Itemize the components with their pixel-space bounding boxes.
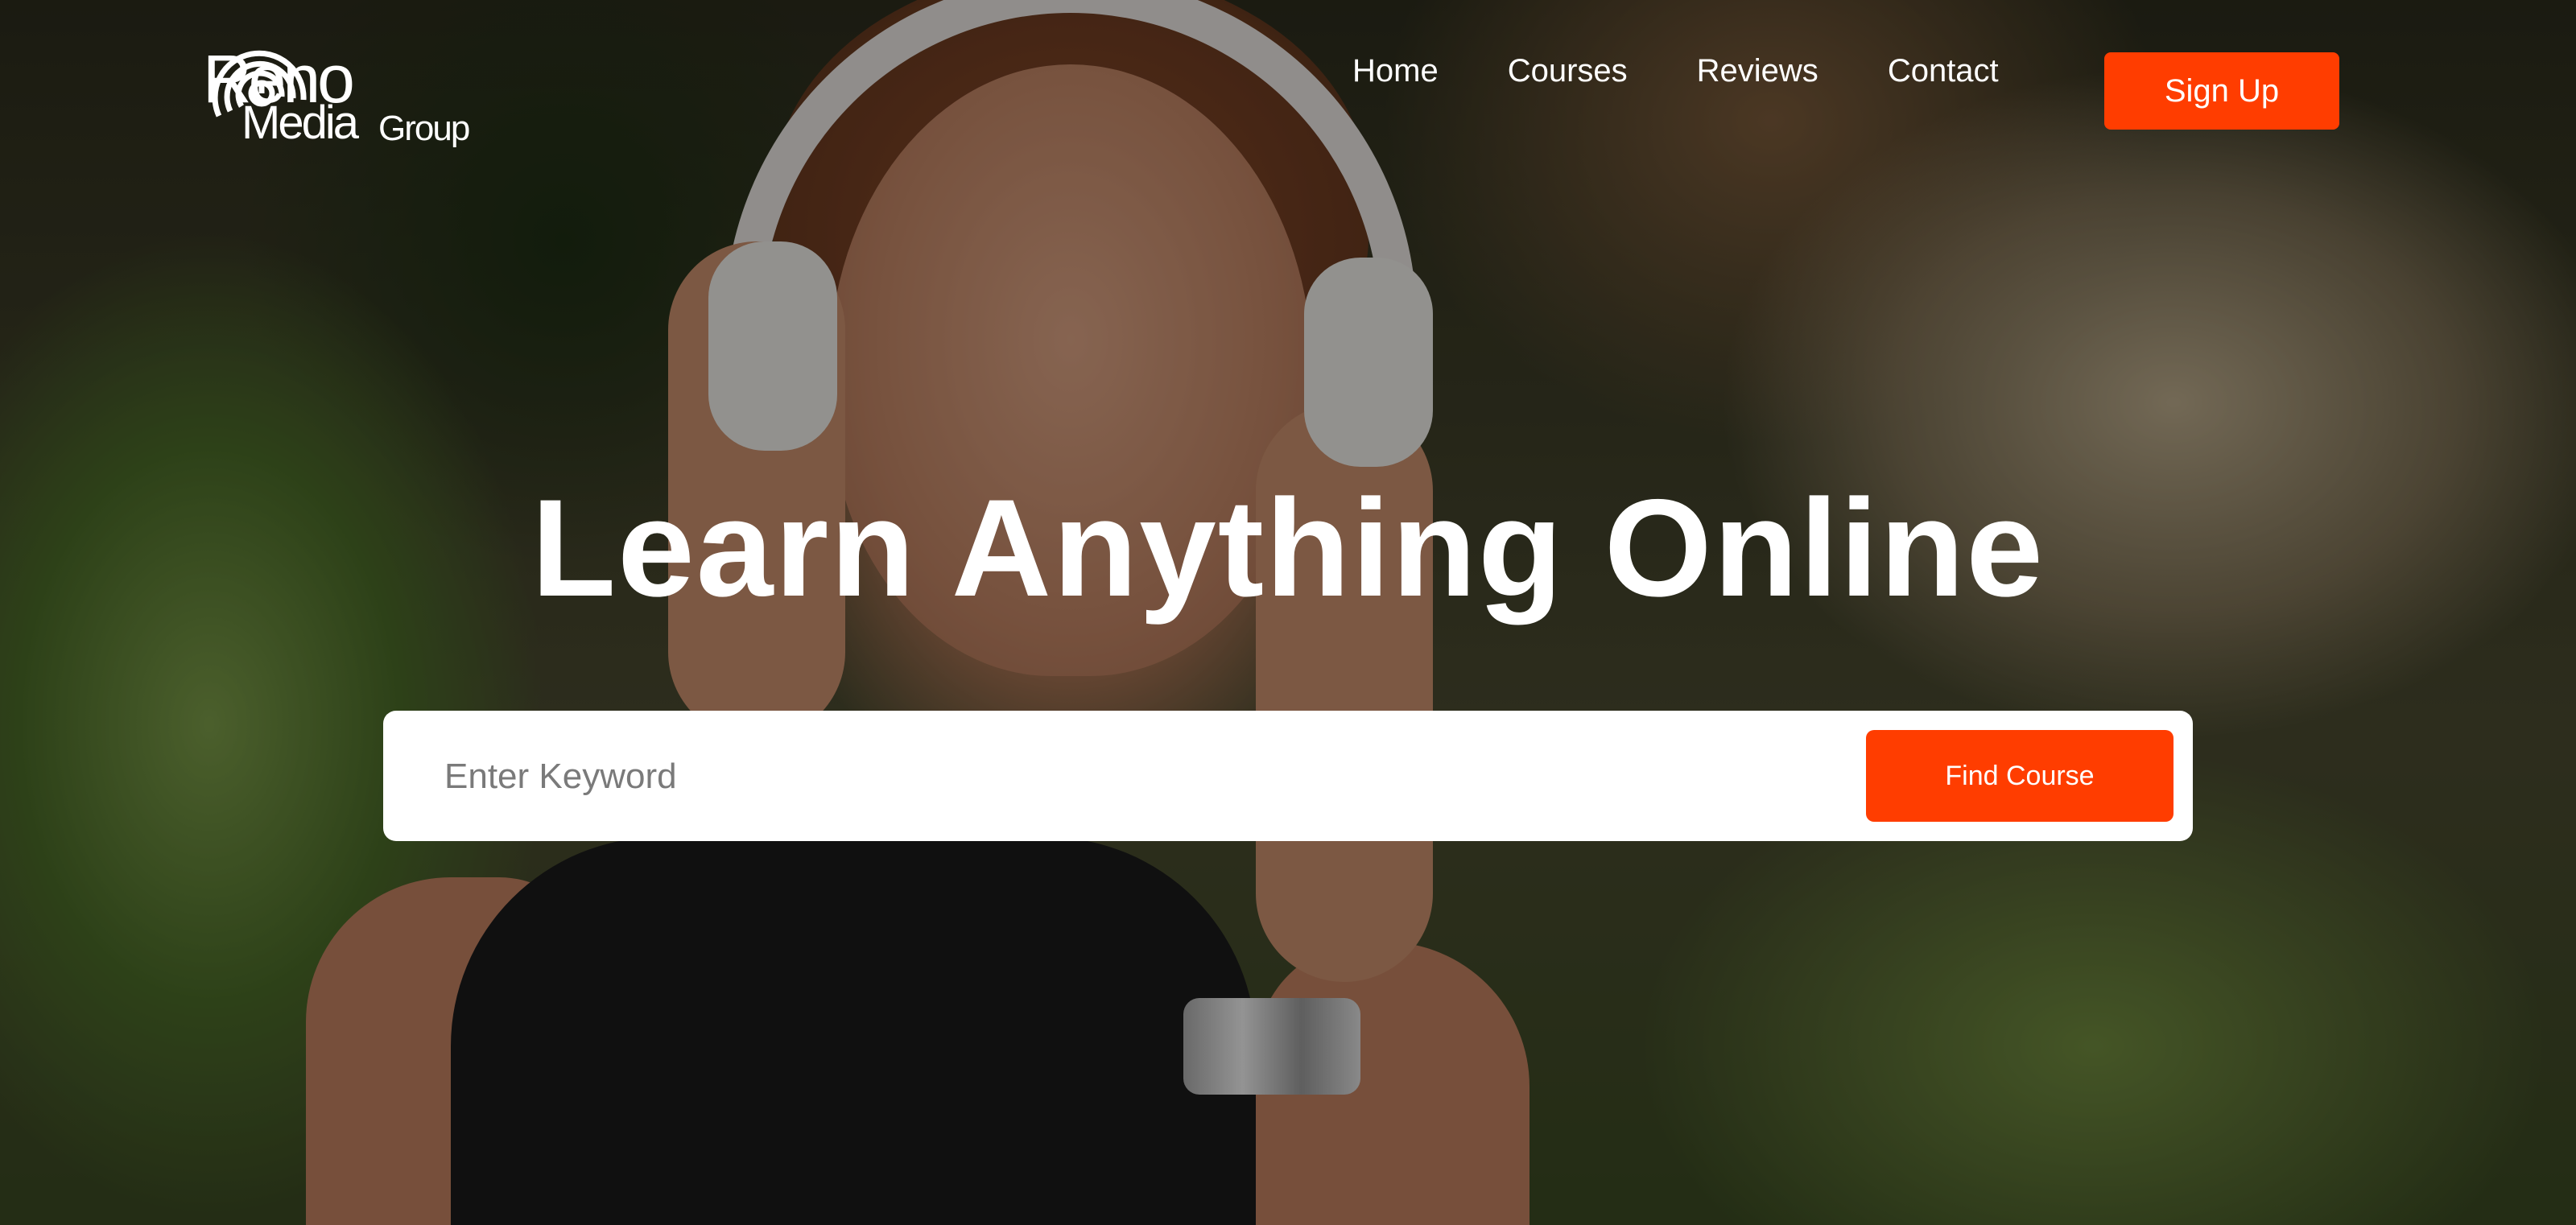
nav-link-contact[interactable]: Contact bbox=[1888, 53, 1999, 89]
hero-headline: Learn Anything Online bbox=[531, 471, 2045, 625]
course-search-bar: Find Course bbox=[383, 711, 2193, 843]
sign-up-button[interactable]: Sign Up bbox=[2104, 52, 2339, 130]
nav-link-courses[interactable]: Courses bbox=[1508, 53, 1628, 89]
hero-section: Reno Media Group Home Courses Reviews Co… bbox=[0, 0, 2576, 1225]
main-nav: Home Courses Reviews Contact bbox=[1352, 53, 2068, 89]
nav-link-reviews[interactable]: Reviews bbox=[1697, 53, 1818, 89]
find-course-button[interactable]: Find Course bbox=[1866, 730, 2174, 822]
logo-text-media: Media bbox=[242, 97, 359, 149]
logo-text-group: Group bbox=[378, 109, 470, 148]
brand-logo[interactable]: Reno Media Group bbox=[203, 27, 493, 156]
nav-link-home[interactable]: Home bbox=[1352, 53, 1439, 89]
keyword-search-input[interactable] bbox=[443, 711, 1814, 843]
